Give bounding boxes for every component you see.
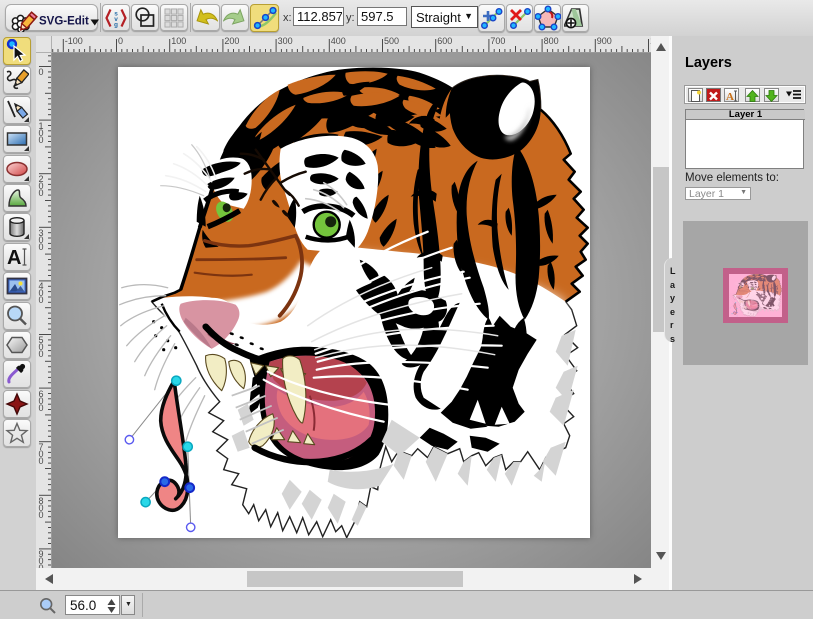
svg-text:g: g (114, 21, 118, 28)
svg-text:SVG-Edit: SVG-Edit (39, 16, 89, 28)
svg-text:A: A (726, 91, 734, 102)
svg-text:A: A (7, 247, 21, 269)
